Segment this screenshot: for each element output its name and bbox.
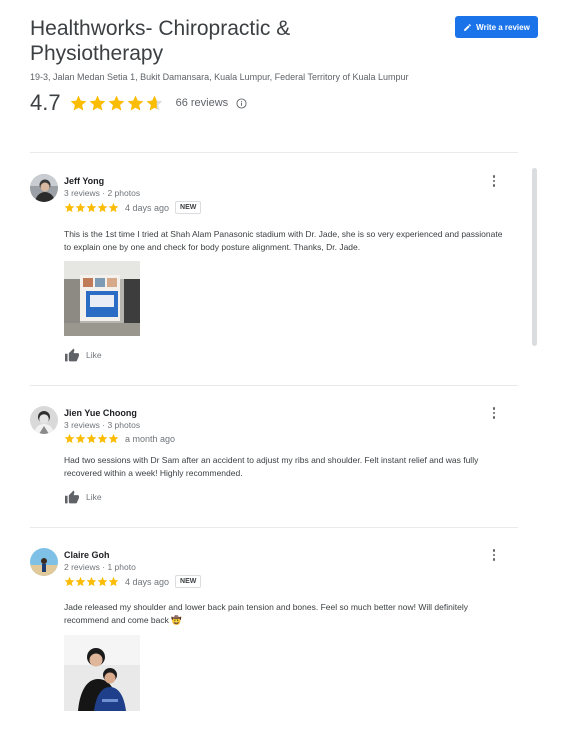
star-icon bbox=[108, 433, 119, 444]
star-icon bbox=[97, 202, 108, 213]
divider bbox=[30, 385, 518, 386]
review-text: This is the 1st time I tried at Shah Ala… bbox=[64, 229, 503, 252]
like-label: Like bbox=[86, 492, 102, 502]
more-options-icon[interactable] bbox=[489, 548, 499, 562]
review-rating-row: 4 days ago NEW bbox=[64, 201, 202, 214]
star-icon bbox=[75, 576, 86, 587]
like-label: Like bbox=[86, 350, 102, 360]
reviewer-name[interactable]: Jeff Yong bbox=[64, 176, 104, 186]
star-icon bbox=[64, 202, 75, 213]
review-stars bbox=[64, 433, 119, 444]
review-photo[interactable] bbox=[64, 635, 140, 711]
avatar[interactable] bbox=[30, 406, 58, 434]
star-icon bbox=[86, 576, 97, 587]
star-icon bbox=[64, 433, 75, 444]
star-icon bbox=[108, 202, 119, 213]
star-icon bbox=[97, 433, 108, 444]
like-button[interactable]: Like bbox=[64, 348, 102, 362]
thumbs-up-icon bbox=[65, 348, 79, 362]
rating-stars bbox=[69, 94, 164, 112]
reviewer-meta: 3 reviews · 2 photos bbox=[64, 188, 141, 198]
review-stars bbox=[64, 576, 119, 587]
scrollbar[interactable] bbox=[532, 168, 537, 346]
reviewer-meta: 2 reviews · 1 photo bbox=[64, 562, 136, 572]
like-button[interactable]: Like bbox=[64, 490, 102, 504]
star-icon bbox=[70, 95, 86, 111]
write-review-label: Write a review bbox=[476, 22, 530, 32]
star-icon bbox=[108, 576, 119, 587]
review-card: Jien Yue Choong 3 reviews · 3 photos a m… bbox=[30, 406, 510, 516]
review-rating-row: a month ago bbox=[64, 433, 175, 444]
star-icon bbox=[127, 95, 143, 111]
star-icon bbox=[89, 95, 105, 111]
review-photo[interactable] bbox=[64, 261, 140, 336]
star-icon bbox=[97, 576, 108, 587]
star-icon bbox=[86, 202, 97, 213]
divider bbox=[30, 527, 518, 528]
pencil-icon bbox=[464, 23, 472, 31]
review-time: a month ago bbox=[125, 433, 176, 444]
reviewer-meta: 3 reviews · 3 photos bbox=[64, 420, 141, 430]
star-icon bbox=[75, 433, 86, 444]
review-text: Jade released my shoulder and lower back… bbox=[64, 602, 468, 625]
star-icon bbox=[64, 576, 75, 587]
avatar[interactable] bbox=[30, 174, 58, 202]
review-time: 4 days ago bbox=[125, 202, 170, 213]
review-rating-row: 4 days ago NEW bbox=[64, 575, 202, 588]
star-icon bbox=[108, 95, 124, 111]
avatar[interactable] bbox=[30, 548, 58, 576]
place-address: 19-3, Jalan Medan Setia 1, Bukit Damansa… bbox=[30, 72, 409, 82]
rating-value: 4.7 bbox=[30, 90, 61, 115]
new-badge: NEW bbox=[175, 201, 202, 214]
review-count[interactable]: 66 reviews bbox=[176, 97, 229, 109]
star-icon bbox=[86, 433, 97, 444]
star-icon bbox=[75, 202, 86, 213]
rating-summary: 4.7 66 reviews bbox=[30, 90, 540, 116]
review-stars bbox=[64, 202, 119, 213]
write-review-button[interactable]: Write a review bbox=[455, 16, 538, 38]
new-badge: NEW bbox=[175, 575, 202, 588]
star-half-icon bbox=[146, 95, 162, 111]
thumbs-up-icon bbox=[65, 490, 79, 504]
review-text: Had two sessions with Dr Sam after an ac… bbox=[64, 455, 479, 478]
review-time: 4 days ago bbox=[125, 576, 170, 587]
review-card: Claire Goh 2 reviews · 1 photo 4 days ag… bbox=[30, 548, 510, 738]
place-title: Healthworks- Chiropractic & Physiotherap… bbox=[30, 17, 291, 65]
review-card: Jeff Yong 3 reviews · 2 photos 4 days ag… bbox=[30, 174, 510, 374]
more-options-icon[interactable] bbox=[489, 406, 499, 420]
more-options-icon[interactable] bbox=[489, 174, 499, 188]
info-icon[interactable] bbox=[236, 97, 247, 109]
reviewer-name[interactable]: Claire Goh bbox=[64, 550, 110, 560]
divider bbox=[30, 152, 518, 153]
reviewer-name[interactable]: Jien Yue Choong bbox=[64, 408, 137, 418]
